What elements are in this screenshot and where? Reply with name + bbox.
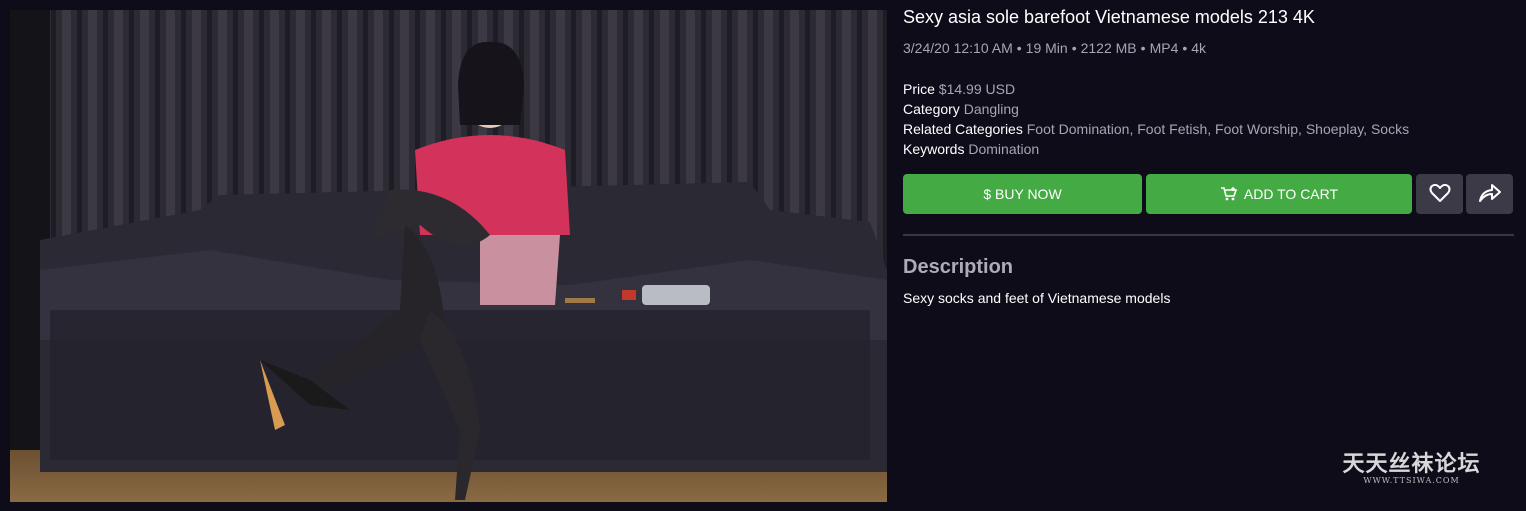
section-divider (903, 234, 1514, 236)
product-meta: 3/24/20 12:10 AM • 19 Min • 2122 MB • MP4 • 4k (903, 39, 1206, 57)
keywords-link[interactable]: Domination (968, 141, 1039, 157)
category-label: Category (903, 101, 960, 117)
keywords-row: Keywords Domination (903, 139, 1409, 159)
price-value: $14.99 USD (938, 81, 1016, 97)
category-link[interactable]: Dangling (964, 101, 1019, 117)
share-icon (1478, 183, 1502, 206)
add-to-cart-label: ADD TO CART (1243, 186, 1339, 202)
meta-separator: • (1182, 40, 1188, 56)
meta-separator: • (1071, 40, 1077, 56)
product-title: Sexy asia sole barefoot Vietnamese model… (903, 7, 1315, 27)
watermark-logo-text: 天天丝袜论坛 (1342, 451, 1481, 477)
keywords-label: Keywords (903, 141, 965, 157)
description-heading: Description (903, 256, 1014, 278)
category-row: Category Dangling (903, 99, 1409, 119)
price-row: Price $14.99 USD (903, 79, 1409, 99)
meta-size: 2122 MB (1080, 40, 1137, 56)
meta-date: 3/24/20 12:10 AM (903, 40, 1013, 56)
buy-now-label: $ BUY NOW (983, 186, 1062, 202)
meta-format: MP4 (1149, 40, 1179, 56)
meta-separator: • (1016, 40, 1022, 56)
related-categories-label: Related Categories (903, 121, 1023, 137)
related-categories-row: Related Categories Foot Domination, Foot… (903, 119, 1409, 139)
preview-picture (10, 10, 887, 502)
watermark-url: WWW.TTSIWA.COM (1363, 476, 1460, 485)
like-button[interactable] (1416, 174, 1463, 214)
add-to-cart-button[interactable]: ADD TO CART (1146, 174, 1412, 214)
meta-resolution: 4k (1191, 40, 1207, 56)
heart-icon (1429, 183, 1451, 206)
price-label: Price (903, 81, 935, 97)
buy-now-button[interactable]: $ BUY NOW (903, 174, 1142, 214)
product-properties: Price $14.99 USD Category Dangling Relat… (903, 79, 1409, 159)
description-text: Sexy socks and feet of Vietnamese models (903, 290, 1171, 306)
product-page: Sexy asia sole barefoot Vietnamese model… (0, 0, 1526, 511)
meta-separator: • (1140, 40, 1146, 56)
site-watermark: 天天丝袜论坛 WWW.TTSIWA.COM (1334, 452, 1489, 486)
video-preview-image[interactable] (10, 10, 887, 502)
cart-icon (1220, 186, 1238, 202)
related-categories-links[interactable]: Foot Domination, Foot Fetish, Foot Worsh… (1027, 121, 1409, 137)
share-button[interactable] (1466, 174, 1513, 214)
meta-duration: 19 Min (1025, 40, 1068, 56)
